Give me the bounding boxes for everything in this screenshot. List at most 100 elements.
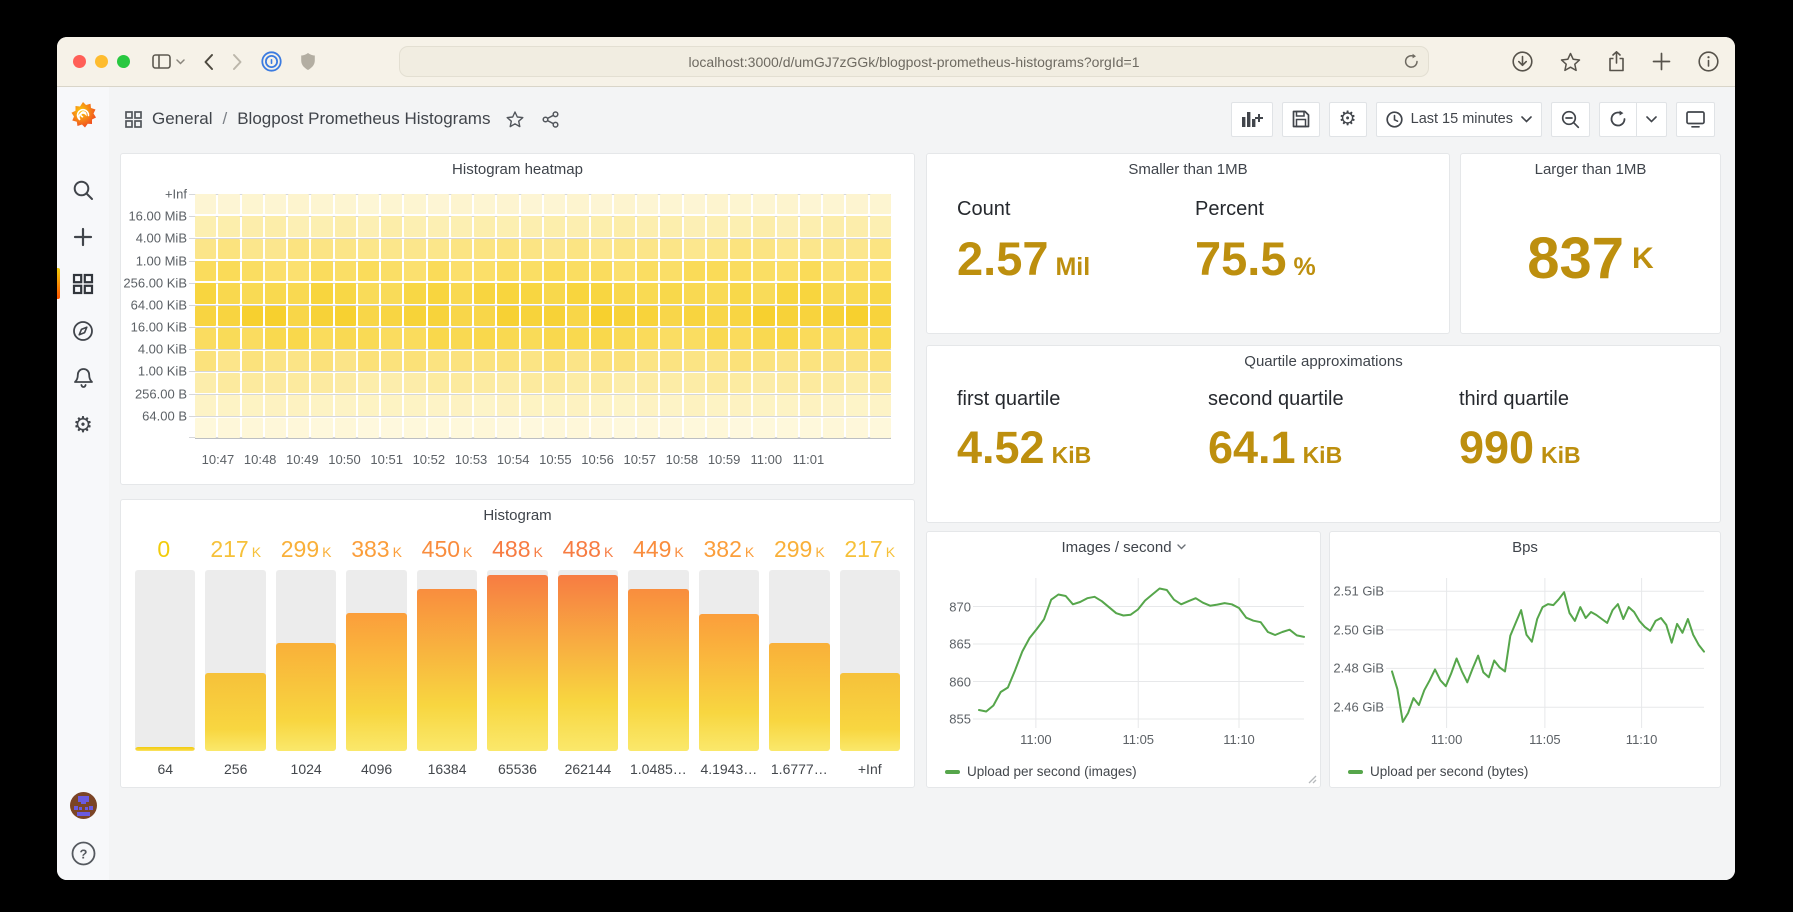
add-panel-button[interactable] <box>1231 102 1273 137</box>
heatmap-y-axis: +Inf16.00 MiB4.00 MiB1.00 MiB256.00 KiB6… <box>121 194 187 438</box>
heatmap-cell <box>404 239 425 259</box>
sidebar-toggle-icon[interactable] <box>152 54 185 69</box>
heatmap-cell <box>823 373 844 393</box>
panel-title[interactable]: Histogram <box>121 500 914 530</box>
heatmap-cell <box>521 216 542 236</box>
bar-category-label: 1024 <box>276 751 336 777</box>
breadcrumb-folder[interactable]: General <box>152 109 212 129</box>
bar-category-label: 256 <box>205 751 265 777</box>
gear-icon: ⚙ <box>1339 109 1357 129</box>
dashboards-grid-icon <box>72 273 94 295</box>
histogram-bucket: 299K1024 <box>276 536 336 777</box>
heatmap-cell <box>288 373 309 393</box>
password-extension-icon[interactable] <box>261 51 282 72</box>
panel-histogram-heatmap: Histogram heatmap +Inf16.00 MiB4.00 MiB1… <box>120 153 915 485</box>
heatmap-cell <box>660 418 681 438</box>
zoom-window-button[interactable] <box>117 55 130 68</box>
heatmap-cell <box>242 194 263 214</box>
panel-resize-handle[interactable] <box>1308 775 1317 784</box>
heatmap-cell <box>474 351 495 371</box>
downloads-icon[interactable] <box>1512 51 1533 72</box>
heatmap-cell <box>823 328 844 348</box>
heatmap-cell <box>777 194 798 214</box>
heatmap-cell <box>823 261 844 281</box>
refresh-interval-dropdown[interactable] <box>1637 102 1667 137</box>
y-axis-label: 16.00 KiB <box>131 320 187 335</box>
panel-menu-caret-icon[interactable] <box>1177 544 1186 550</box>
shield-extension-icon[interactable] <box>300 52 316 71</box>
heatmap-cell <box>381 194 402 214</box>
panel-title[interactable]: Larger than 1MB <box>1461 154 1720 184</box>
heatmap-cell <box>404 418 425 438</box>
grafana-logo[interactable] <box>68 100 98 130</box>
heatmap-cell <box>637 261 658 281</box>
panel-title[interactable]: Bps <box>1330 532 1720 562</box>
page-info-icon[interactable] <box>1698 51 1719 72</box>
heatmap-cell <box>800 194 821 214</box>
heatmap-cell <box>730 261 751 281</box>
sidebar-item-explore[interactable] <box>57 307 109 354</box>
panel-title[interactable]: Images / second <box>927 532 1320 562</box>
sidebar-item-alerting[interactable] <box>57 354 109 401</box>
heatmap-cell <box>335 216 356 236</box>
heatmap-cell <box>637 239 658 259</box>
heatmap-cell <box>637 328 658 348</box>
close-window-button[interactable] <box>73 55 86 68</box>
save-dashboard-button[interactable] <box>1282 102 1320 137</box>
favorite-star-icon[interactable] <box>506 111 524 128</box>
heatmap-cell <box>544 239 565 259</box>
dashboard-grid-icon <box>125 111 142 128</box>
address-bar[interactable]: localhost:3000/d/umGJ7zGGk/blogpost-prom… <box>399 46 1429 77</box>
share-icon[interactable] <box>1608 51 1625 72</box>
sidebar-item-search[interactable] <box>57 166 109 213</box>
bar-track <box>135 570 195 751</box>
heatmap-cell <box>311 373 332 393</box>
refresh-button[interactable] <box>1599 102 1637 137</box>
tv-mode-button[interactable] <box>1676 102 1715 137</box>
x-axis-label: 10:53 <box>455 452 488 467</box>
heatmap-cell <box>544 351 565 371</box>
heatmap-cell <box>660 351 681 371</box>
panel-title[interactable]: Histogram heatmap <box>121 154 914 184</box>
panel-images-per-second: Images / second 855860865870 11:0011:051… <box>926 531 1321 788</box>
bar-value-label: 450K <box>417 536 477 570</box>
heatmap-cell <box>614 239 635 259</box>
share-dashboard-icon[interactable] <box>542 111 559 128</box>
sidebar-item-configuration[interactable]: ⚙ <box>57 401 109 448</box>
panel-title[interactable]: Smaller than 1MB <box>927 154 1449 184</box>
forward-button[interactable] <box>232 53 243 71</box>
heatmap-cell <box>544 418 565 438</box>
sidebar-item-dashboards[interactable] <box>57 260 109 307</box>
heatmap-cell <box>730 306 751 326</box>
x-axis-label: 10:55 <box>539 452 572 467</box>
heatmap-cell <box>567 306 588 326</box>
heatmap-cell <box>358 239 379 259</box>
zoom-out-button[interactable] <box>1551 102 1590 137</box>
legend-item[interactable]: Upload per second (images) <box>945 764 1137 779</box>
reload-icon[interactable] <box>1404 53 1419 70</box>
heatmap-cell <box>195 261 216 281</box>
dashboard-settings-button[interactable]: ⚙ <box>1329 102 1367 137</box>
legend-item[interactable]: Upload per second (bytes) <box>1348 764 1528 779</box>
panel-title[interactable]: Quartile approximations <box>927 346 1720 376</box>
back-button[interactable] <box>203 53 214 71</box>
heatmap-cell <box>428 216 449 236</box>
heatmap-cell <box>707 306 728 326</box>
help-icon[interactable]: ? <box>71 841 96 866</box>
dashboard-title[interactable]: Blogpost Prometheus Histograms <box>237 109 490 129</box>
time-range-picker[interactable]: Last 15 minutes <box>1376 102 1542 137</box>
minimize-window-button[interactable] <box>95 55 108 68</box>
heatmap-cell <box>753 395 774 415</box>
heatmap-cell <box>195 395 216 415</box>
heatmap-cell <box>544 328 565 348</box>
heatmap-cell <box>404 351 425 371</box>
sidebar-item-create[interactable] <box>57 213 109 260</box>
bar-fill <box>487 575 547 751</box>
heatmap-cell <box>404 261 425 281</box>
user-avatar[interactable] <box>70 792 97 819</box>
heatmap-cell <box>381 351 402 371</box>
bookmarks-star-icon[interactable] <box>1560 52 1581 72</box>
new-tab-icon[interactable] <box>1652 52 1671 71</box>
heatmap-cell <box>846 418 867 438</box>
heatmap-cell <box>800 261 821 281</box>
